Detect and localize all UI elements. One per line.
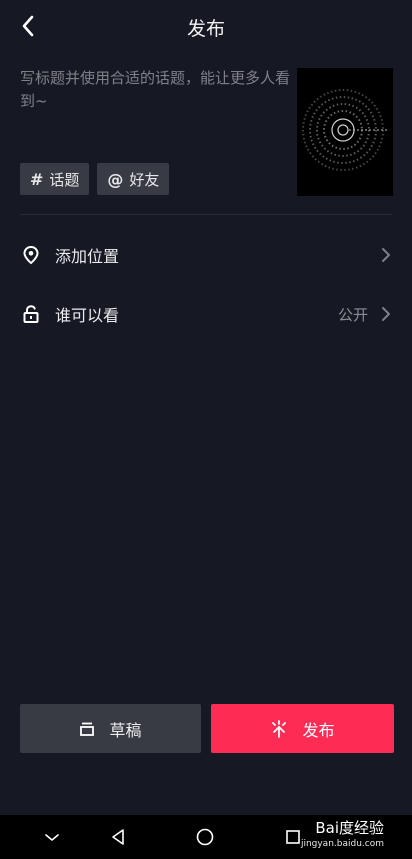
caption-chips: # 话题 @ 好友 bbox=[20, 163, 170, 195]
unlock-icon bbox=[23, 305, 39, 323]
hashtag-icon: # bbox=[30, 169, 44, 189]
visibility-row[interactable]: 谁可以看 公开 bbox=[0, 288, 412, 340]
visibility-value: 公开 bbox=[337, 305, 368, 324]
page-title: 发布 bbox=[186, 18, 225, 40]
caption-input[interactable]: 写标题并使用合适的话题，能让更多人看到~ bbox=[20, 67, 290, 113]
watermark-brand: Bai度经验 bbox=[315, 819, 384, 837]
location-pin-icon bbox=[23, 245, 39, 265]
add-location-label: 添加位置 bbox=[55, 247, 120, 266]
draft-label: 草稿 bbox=[109, 720, 142, 740]
chevron-right-icon bbox=[382, 248, 390, 262]
topic-chip-label: 话题 bbox=[49, 170, 80, 189]
chevron-down-icon[interactable] bbox=[42, 827, 62, 847]
at-icon: @ bbox=[107, 169, 124, 189]
mention-chip-label: 好友 bbox=[129, 170, 160, 189]
action-buttons: 草稿 发布 bbox=[20, 704, 394, 753]
top-bar: 发布 bbox=[0, 0, 412, 52]
watermark-url: jingyan.baidu.com bbox=[300, 839, 384, 849]
topic-chip[interactable]: # 话题 bbox=[20, 163, 90, 195]
video-cover-thumbnail[interactable] bbox=[297, 68, 393, 196]
add-location-row[interactable]: 添加位置 bbox=[0, 229, 412, 281]
home-circle-icon[interactable] bbox=[195, 827, 215, 847]
back-triangle-icon[interactable] bbox=[108, 827, 128, 847]
publish-sparkle-icon bbox=[272, 719, 287, 738]
cover-radial-pattern bbox=[302, 89, 389, 171]
chevron-right-icon bbox=[382, 307, 390, 321]
draft-box-icon bbox=[80, 722, 95, 736]
publish-label: 发布 bbox=[302, 720, 335, 740]
baidu-jingyan-watermark: Bai度经验 jingyan.baidu.com bbox=[301, 820, 384, 852]
section-divider bbox=[20, 214, 392, 215]
publish-button[interactable]: 发布 bbox=[211, 704, 394, 753]
publish-screen: 发布 写标题并使用合适的话题，能让更多人看到~ # 话题 @ 好友 添加位置 谁… bbox=[0, 0, 412, 815]
visibility-label: 谁可以看 bbox=[55, 306, 120, 325]
save-draft-button[interactable]: 草稿 bbox=[20, 704, 201, 753]
mention-friend-chip[interactable]: @ 好友 bbox=[97, 163, 170, 195]
